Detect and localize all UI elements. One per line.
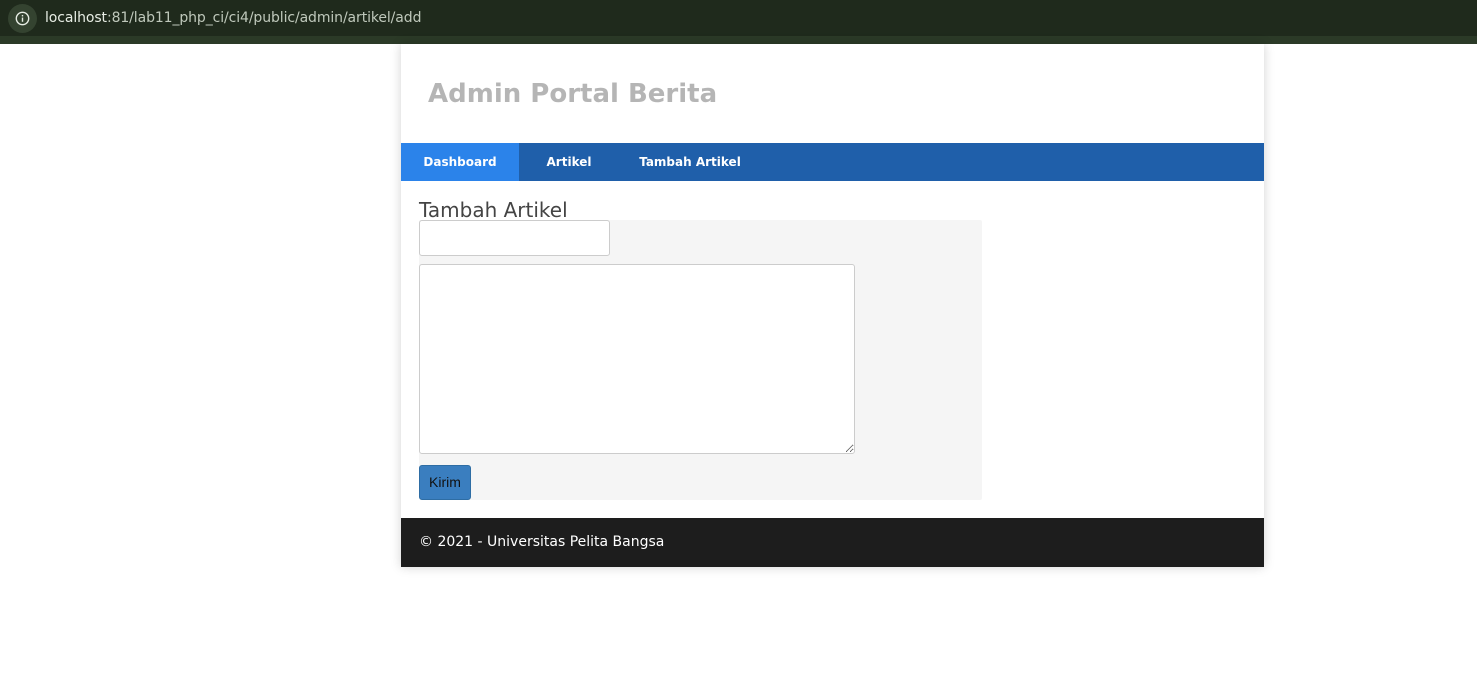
url-host: localhost — [45, 10, 107, 26]
site-footer: © 2021 - Universitas Pelita Bangsa — [401, 518, 1264, 567]
main-content: Tambah Artikel Kirim — [419, 181, 1246, 518]
info-icon — [15, 11, 30, 26]
page-heading: Tambah Artikel — [419, 198, 568, 222]
nav-item-tambah-artikel[interactable]: Tambah Artikel — [619, 143, 761, 181]
site-title: Admin Portal Berita — [428, 79, 718, 109]
page-container: Admin Portal Berita Dashboard Artikel Ta… — [401, 44, 1264, 567]
footer-text: © 2021 - Universitas Pelita Bangsa — [419, 534, 665, 550]
main-nav: Dashboard Artikel Tambah Artikel — [401, 143, 1264, 181]
nav-item-dashboard[interactable]: Dashboard — [401, 143, 519, 181]
article-content-textarea[interactable] — [419, 264, 855, 454]
site-info-button[interactable] — [8, 4, 37, 33]
submit-button[interactable]: Kirim — [419, 465, 471, 500]
url-path: :81/lab11_php_ci/ci4/public/admin/artike… — [106, 10, 422, 26]
site-header: Admin Portal Berita — [401, 44, 1264, 143]
browser-address-bar: localhost:81/lab11_php_ci/ci4/public/adm… — [0, 0, 1477, 44]
add-article-form: Kirim — [419, 220, 982, 500]
nav-item-artikel[interactable]: Artikel — [519, 143, 619, 181]
url-field[interactable]: localhost:81/lab11_php_ci/ci4/public/adm… — [45, 8, 421, 28]
article-title-input[interactable] — [419, 220, 610, 256]
